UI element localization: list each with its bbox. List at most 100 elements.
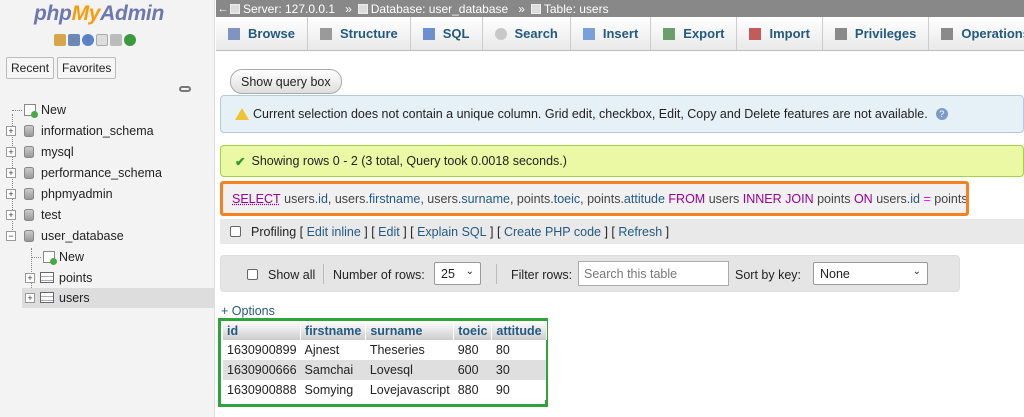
options-toggle-link[interactable]: + Options	[221, 304, 275, 318]
sql-keyword: FROM	[668, 191, 706, 206]
tab-sql[interactable]: SQL	[411, 17, 483, 50]
table-row[interactable]: 1630900888 Somying Lovejavascript 880 90	[223, 380, 547, 400]
tree-label: users	[59, 291, 90, 305]
insert-icon	[582, 27, 595, 40]
tree-item-information-schema[interactable]: + information_schema	[0, 121, 215, 141]
tree-item-user-database[interactable]: − user_database	[0, 226, 215, 246]
notice-text: Current selection does not contain a uni…	[253, 107, 928, 121]
phpmyadmin-logo[interactable]: phpMyAdmin	[34, 2, 164, 26]
recent-tab[interactable]: Recent	[6, 57, 55, 79]
show-all-control[interactable]: Show all	[247, 256, 315, 293]
help-icon[interactable]	[82, 34, 94, 46]
tree-item-new-table[interactable]: New	[0, 247, 215, 267]
database-icon	[24, 188, 34, 200]
profiling-checkbox[interactable]	[230, 226, 241, 237]
success-text: Showing rows 0 - 2 (3 total, Query took …	[251, 154, 567, 168]
explain-sql-link[interactable]: Explain SQL	[417, 225, 486, 239]
database-icon	[24, 209, 34, 221]
number-of-rows-select[interactable]: 25 ⌄	[434, 262, 481, 285]
link-chain-icon[interactable]	[179, 86, 191, 92]
table-icon	[40, 292, 54, 303]
sql-keyword: SELECT	[232, 191, 281, 206]
tab-operations[interactable]: Operations	[929, 17, 1024, 50]
breadcrumb-table[interactable]: Table: users	[530, 2, 609, 16]
wrench-icon	[941, 27, 954, 40]
breadcrumb-server[interactable]: Server: 127.0.0.1	[230, 2, 335, 16]
reload-icon[interactable]	[124, 34, 136, 46]
tab-insert[interactable]: Insert	[571, 17, 652, 50]
refresh-link[interactable]: Refresh	[618, 225, 662, 239]
results-table-container: id firstname surname toeic attitude 1630…	[218, 318, 548, 407]
number-of-rows-label: Number of rows:	[333, 267, 425, 282]
table-cell: Theseries	[365, 340, 454, 360]
export-icon	[663, 27, 676, 40]
create-php-code-link[interactable]: Create PHP code	[504, 225, 601, 239]
column-header-id[interactable]: id	[223, 321, 302, 340]
expand-icon[interactable]: +	[6, 189, 16, 199]
show-query-box-button[interactable]: Show query box	[230, 69, 342, 94]
expand-icon[interactable]: +	[6, 168, 16, 178]
privileges-icon	[834, 27, 847, 40]
import-icon	[749, 27, 762, 40]
expand-icon[interactable]: +	[25, 273, 35, 283]
tree-item-mysql[interactable]: + mysql	[0, 142, 215, 162]
sql-query-display[interactable]: SELECT users. id, users. firstname, users.…	[220, 181, 969, 216]
table-cell: Somying	[300, 380, 366, 400]
tab-import[interactable]: Import	[737, 17, 823, 50]
column-header-surname[interactable]: surname	[365, 321, 455, 340]
logout-icon[interactable]	[68, 34, 80, 46]
table-cell: 80	[491, 340, 547, 360]
show-all-checkbox[interactable]	[247, 269, 258, 280]
tab-structure[interactable]: Structure	[308, 17, 411, 50]
table-cell: 90	[491, 380, 547, 400]
filter-rows-input[interactable]: Search this table	[578, 261, 729, 286]
tree-item-new[interactable]: New	[0, 100, 215, 120]
column-header-firstname[interactable]: firstname	[300, 321, 367, 340]
home-icon[interactable]	[54, 34, 66, 46]
tab-privileges[interactable]: Privileges	[823, 17, 930, 50]
browse-icon	[228, 27, 240, 40]
tree-item-points[interactable]: + points	[0, 268, 215, 288]
table-cell: 1630900888	[223, 380, 301, 400]
docs-icon[interactable]	[96, 34, 108, 46]
navigation-sidebar: phpMyAdmin Recent Favorites New + inform…	[0, 0, 215, 417]
edit-link[interactable]: Edit	[378, 225, 400, 239]
table-cell: 980	[453, 340, 492, 360]
edit-inline-link[interactable]: Edit inline	[307, 225, 361, 239]
settings-icon[interactable]	[110, 34, 122, 46]
table-cell: 1630900899	[223, 340, 301, 360]
breadcrumb-database[interactable]: Database: user_database	[357, 2, 508, 16]
column-header-attitude[interactable]: attitude	[491, 321, 547, 340]
table-row[interactable]: 1630900899 Ajnest Theseries 980 80	[223, 340, 547, 360]
table-cell: 600	[453, 360, 492, 380]
tab-export[interactable]: Export	[651, 17, 738, 50]
chevron-down-icon: ⌄	[912, 266, 921, 277]
structure-icon	[319, 27, 332, 40]
tree-label: test	[41, 208, 62, 222]
quick-access-icons	[54, 34, 136, 46]
back-arrow-icon[interactable]: ←	[216, 3, 230, 15]
tree-item-test[interactable]: + test	[0, 205, 215, 225]
column-header-toeic[interactable]: toeic	[453, 321, 493, 340]
breadcrumb-separator: »	[345, 1, 352, 16]
collapse-icon[interactable]: −	[6, 231, 16, 241]
recent-favorites-tabs: Recent Favorites	[6, 57, 117, 79]
tree-item-users[interactable]: + users	[22, 288, 215, 308]
tab-browse[interactable]: Browse	[216, 17, 308, 50]
help-icon[interactable]: ?	[935, 108, 948, 120]
expand-icon[interactable]: +	[6, 210, 16, 220]
database-icon	[357, 3, 368, 14]
tab-search[interactable]: Search	[483, 17, 571, 50]
tree-label: user_database	[41, 229, 124, 243]
new-icon	[24, 104, 38, 118]
expand-icon[interactable]: +	[6, 147, 16, 157]
checkmark-icon: ✔	[235, 154, 246, 169]
expand-icon[interactable]: +	[6, 126, 16, 136]
expand-icon[interactable]: +	[25, 293, 35, 303]
table-row[interactable]: 1630900666 Samchai Lovesql 600 30	[223, 360, 547, 380]
sort-by-key-select[interactable]: None ⌄	[813, 262, 928, 285]
tree-item-performance-schema[interactable]: + performance_schema	[0, 163, 215, 183]
tree-item-phpmyadmin[interactable]: + phpmyadmin	[0, 184, 215, 204]
favorites-tab[interactable]: Favorites	[57, 57, 117, 79]
breadcrumb-separator: »	[518, 1, 525, 16]
